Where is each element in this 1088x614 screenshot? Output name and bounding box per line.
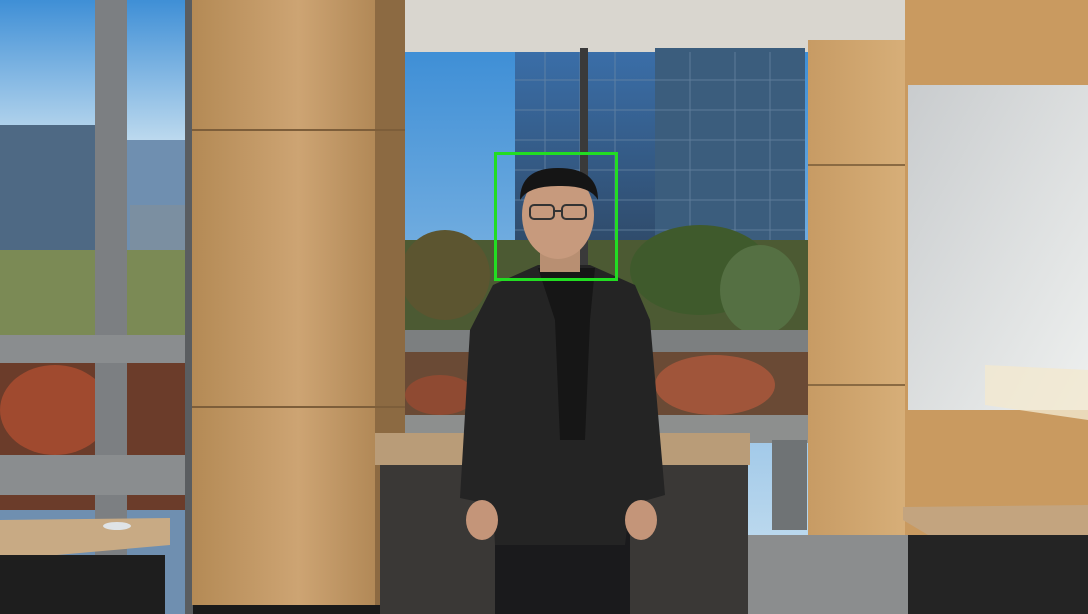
left-pillar bbox=[192, 0, 405, 605]
left-desk bbox=[0, 518, 170, 614]
hand-right bbox=[625, 500, 657, 540]
whiteboard bbox=[908, 85, 1088, 410]
office-scene bbox=[0, 0, 1088, 614]
hand-left bbox=[466, 500, 498, 540]
right-pillar bbox=[808, 40, 913, 560]
floor bbox=[740, 535, 920, 614]
right-desk bbox=[903, 505, 1088, 614]
face-detection-box bbox=[494, 152, 618, 281]
